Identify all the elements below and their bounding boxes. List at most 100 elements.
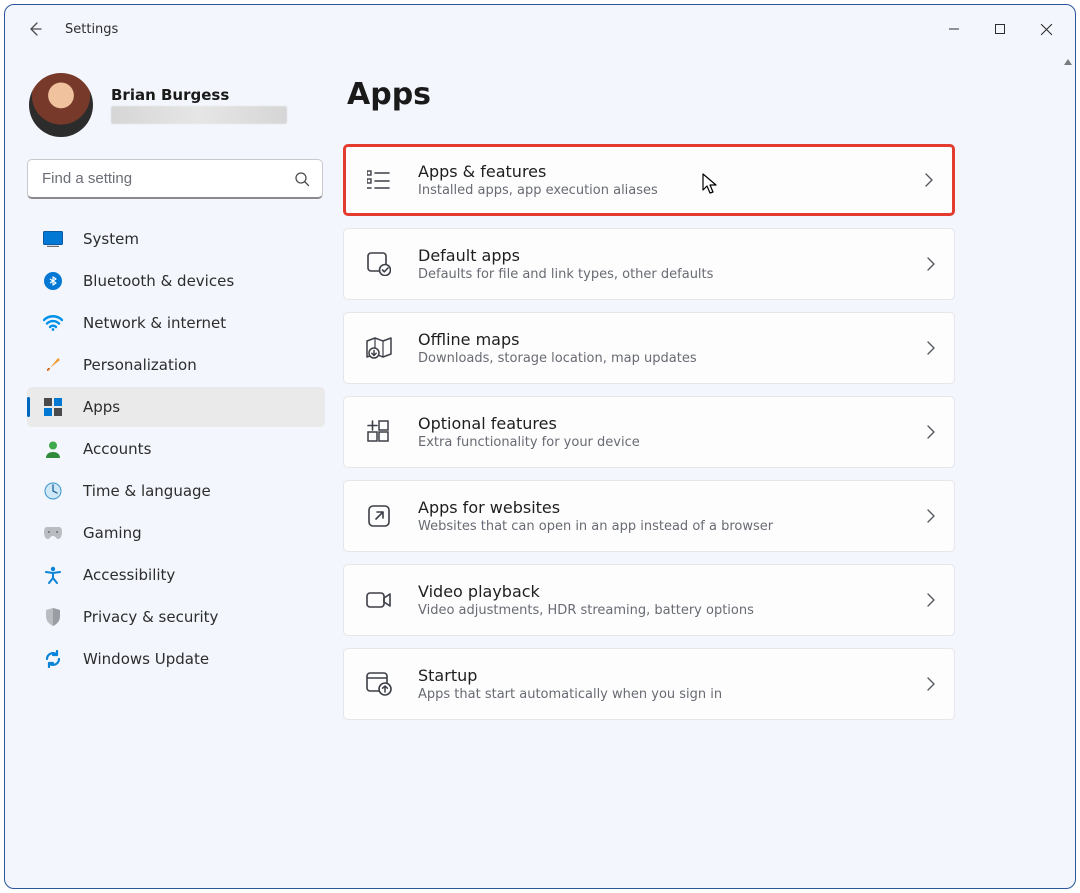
startup-icon <box>366 671 392 697</box>
sidebar-item-accessibility[interactable]: Accessibility <box>27 555 325 595</box>
update-icon <box>43 649 63 669</box>
titlebar: Settings <box>5 5 1075 53</box>
sidebar-item-privacy[interactable]: Privacy & security <box>27 597 325 637</box>
card-title: Video playback <box>418 582 754 601</box>
chevron-right-icon <box>926 676 936 692</box>
card-apps-features[interactable]: Apps & features Installed apps, app exec… <box>343 144 955 216</box>
card-desc: Extra functionality for your device <box>418 435 640 450</box>
card-desc: Websites that can open in an app instead… <box>418 519 773 534</box>
close-button[interactable] <box>1023 9 1069 49</box>
card-text: Startup Apps that start automatically wh… <box>418 666 722 702</box>
video-icon <box>366 587 392 613</box>
brush-icon <box>43 355 63 375</box>
profile-email-redacted <box>111 106 287 124</box>
chevron-right-icon <box>926 340 936 356</box>
sidebar-item-label: System <box>83 230 139 248</box>
page-title: Apps <box>347 77 1027 112</box>
sidebar-item-label: Apps <box>83 398 120 416</box>
card-text: Video playback Video adjustments, HDR st… <box>418 582 754 618</box>
sidebar-item-label: Bluetooth & devices <box>83 272 234 290</box>
wifi-icon <box>43 313 63 333</box>
person-icon <box>43 439 63 459</box>
sidebar-item-apps[interactable]: Apps <box>27 387 325 427</box>
sidebar-item-bluetooth[interactable]: Bluetooth & devices <box>27 261 325 301</box>
card-default-apps[interactable]: Default apps Defaults for file and link … <box>343 228 955 300</box>
card-text: Apps for websites Websites that can open… <box>418 498 773 534</box>
map-icon <box>366 335 392 361</box>
scroll-up-arrow-icon[interactable] <box>1061 55 1075 69</box>
main-panel: Apps Apps & features Installed apps, app… <box>335 53 1075 888</box>
search-box[interactable] <box>27 159 323 199</box>
settings-window: Settings Brian Burgess <box>4 4 1076 889</box>
card-desc: Downloads, storage location, map updates <box>418 351 697 366</box>
sidebar-item-label: Personalization <box>83 356 197 374</box>
maximize-button[interactable] <box>977 9 1023 49</box>
card-text: Apps & features Installed apps, app exec… <box>418 162 658 198</box>
profile-block[interactable]: Brian Burgess <box>27 65 325 145</box>
sidebar-item-label: Windows Update <box>83 650 209 668</box>
card-title: Apps & features <box>418 162 658 181</box>
card-startup[interactable]: Startup Apps that start automatically wh… <box>343 648 955 720</box>
avatar <box>29 73 93 137</box>
window-controls <box>931 9 1069 49</box>
search-icon <box>294 171 310 187</box>
sidebar-item-network[interactable]: Network & internet <box>27 303 325 343</box>
card-apps-websites[interactable]: Apps for websites Websites that can open… <box>343 480 955 552</box>
sidebar-item-label: Gaming <box>83 524 142 542</box>
open-link-icon <box>366 503 392 529</box>
card-title: Startup <box>418 666 722 685</box>
chevron-right-icon <box>926 256 936 272</box>
chevron-right-icon <box>924 172 934 188</box>
main-scroll[interactable]: Apps Apps & features Installed apps, app… <box>335 53 1061 888</box>
card-desc: Installed apps, app execution aliases <box>418 183 658 198</box>
card-video-playback[interactable]: Video playback Video adjustments, HDR st… <box>343 564 955 636</box>
gamepad-icon <box>43 523 63 543</box>
sidebar-item-personalization[interactable]: Personalization <box>27 345 325 385</box>
sidebar-item-accounts[interactable]: Accounts <box>27 429 325 469</box>
card-text: Offline maps Downloads, storage location… <box>418 330 697 366</box>
card-optional-features[interactable]: Optional features Extra functionality fo… <box>343 396 955 468</box>
sidebar-item-time[interactable]: Time & language <box>27 471 325 511</box>
bluetooth-icon <box>43 271 63 291</box>
card-title: Apps for websites <box>418 498 773 517</box>
card-desc: Video adjustments, HDR streaming, batter… <box>418 603 754 618</box>
back-button[interactable] <box>23 17 47 41</box>
shield-icon <box>43 607 63 627</box>
card-title: Optional features <box>418 414 640 433</box>
accessibility-icon <box>43 565 63 585</box>
titlebar-left: Settings <box>23 17 118 41</box>
profile-name: Brian Burgess <box>111 86 287 104</box>
minimize-icon <box>948 23 960 35</box>
card-text: Optional features Extra functionality fo… <box>418 414 640 450</box>
sidebar-item-label: Accessibility <box>83 566 175 584</box>
back-arrow-icon <box>27 21 43 37</box>
close-icon <box>1040 23 1053 36</box>
card-text: Default apps Defaults for file and link … <box>418 246 713 282</box>
chevron-right-icon <box>926 424 936 440</box>
minimize-button[interactable] <box>931 9 977 49</box>
nav-list: System Bluetooth & devices Network & int… <box>27 219 325 679</box>
apps-icon <box>43 397 63 417</box>
card-title: Default apps <box>418 246 713 265</box>
sidebar-item-label: Time & language <box>83 482 211 500</box>
default-apps-icon <box>366 251 392 277</box>
card-desc: Apps that start automatically when you s… <box>418 687 722 702</box>
tiles-plus-icon <box>366 419 392 445</box>
card-title: Offline maps <box>418 330 697 349</box>
card-offline-maps[interactable]: Offline maps Downloads, storage location… <box>343 312 955 384</box>
system-icon <box>43 229 63 249</box>
maximize-icon <box>994 23 1006 35</box>
sidebar-item-gaming[interactable]: Gaming <box>27 513 325 553</box>
settings-cards: Apps & features Installed apps, app exec… <box>343 144 955 720</box>
vertical-scrollbar[interactable] <box>1061 53 1075 888</box>
sidebar-item-system[interactable]: System <box>27 219 325 259</box>
sidebar-item-update[interactable]: Windows Update <box>27 639 325 679</box>
sidebar-item-label: Privacy & security <box>83 608 218 626</box>
sidebar-item-label: Network & internet <box>83 314 226 332</box>
profile-text: Brian Burgess <box>111 86 287 124</box>
list-icon <box>366 167 392 193</box>
content-area: Brian Burgess System <box>5 53 1075 888</box>
window-title: Settings <box>65 22 118 37</box>
search-input[interactable] <box>28 160 322 197</box>
chevron-right-icon <box>926 592 936 608</box>
